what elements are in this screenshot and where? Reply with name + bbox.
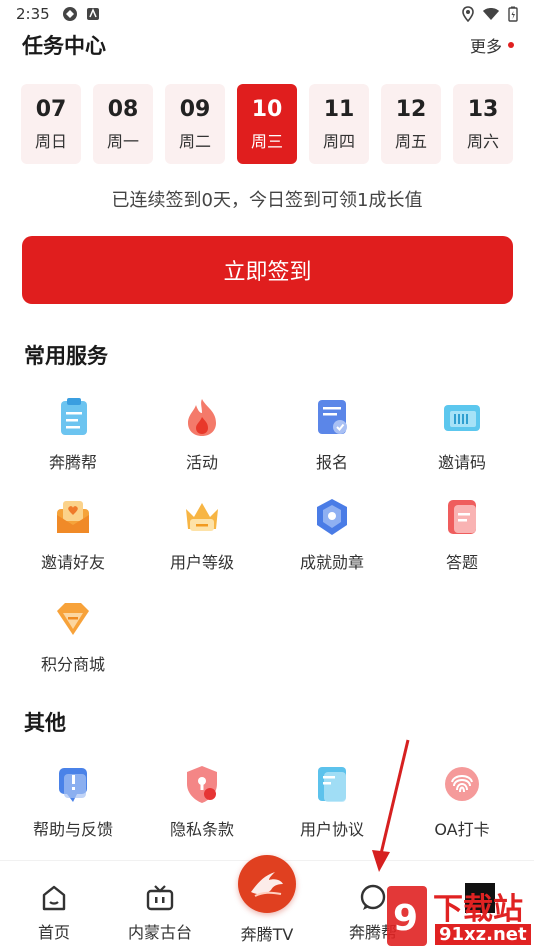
day-cell[interactable]: 09 周二 — [165, 84, 225, 164]
day-cell[interactable]: 07 周日 — [21, 84, 81, 164]
svg-text:9: 9 — [393, 898, 418, 939]
wifi-icon — [483, 8, 499, 20]
more-red-dot — [508, 42, 514, 48]
service-label: 邀请好友 — [40, 553, 105, 572]
day-weekday: 周五 — [394, 131, 427, 151]
week-calendar: 07 周日 08 周一 09 周二 10 周三 11 周四 12 周五 13 周六 — [21, 84, 513, 164]
more-label: 更多 — [469, 37, 502, 56]
location-icon — [462, 6, 474, 22]
other-item-oa-checkin[interactable]: OA打卡 — [397, 762, 527, 840]
status-bar: 2:35 — [0, 0, 534, 28]
sync-status-icon — [62, 7, 77, 21]
tv-icon — [146, 885, 174, 911]
barcode-card-icon — [444, 405, 480, 431]
day-cell[interactable]: 11 周四 — [309, 84, 369, 164]
other-item-help-feedback[interactable]: 帮助与反馈 — [8, 762, 138, 840]
service-label: 答题 — [445, 553, 478, 572]
service-item-bentengbang[interactable]: 奔腾帮 — [8, 395, 138, 473]
other-label: 隐私条款 — [169, 820, 234, 839]
day-number: 09 — [179, 96, 211, 122]
more-link[interactable]: 更多 — [470, 33, 514, 57]
service-label: 成就勋章 — [299, 553, 364, 572]
nav-item-neimenggu-tv[interactable]: 内蒙古台 — [110, 861, 210, 943]
service-item-quiz[interactable]: 答题 — [397, 495, 527, 573]
app-notification-icon — [86, 8, 99, 20]
service-item-activity[interactable]: 活动 — [137, 395, 267, 473]
other-label: OA打卡 — [434, 820, 490, 839]
service-item-points-mall[interactable]: 积分商城 — [8, 597, 138, 675]
day-cell-today[interactable]: 10 周三 — [237, 84, 297, 164]
service-label: 积分商城 — [40, 655, 105, 674]
service-item-invite-friend[interactable]: 邀请好友 — [8, 495, 138, 573]
flame-icon — [188, 399, 216, 436]
day-number: 12 — [395, 96, 427, 122]
day-cell[interactable]: 13 周六 — [453, 84, 513, 164]
nav-item-benteng-tv[interactable] — [238, 855, 296, 913]
crown-icon — [186, 503, 218, 531]
nav-label: 内蒙古台 — [127, 923, 192, 942]
service-item-achievement[interactable]: 成就勋章 — [267, 495, 397, 573]
day-number: 08 — [107, 96, 139, 122]
day-cell[interactable]: 08 周一 — [93, 84, 153, 164]
nav-item-home[interactable]: 首页 — [4, 861, 104, 943]
document-icon — [318, 767, 346, 802]
form-check-icon — [318, 400, 347, 434]
medal-hexagon-icon — [317, 499, 347, 535]
day-number: 10 — [251, 96, 283, 122]
watermark-brand: 下载站 — [433, 892, 523, 927]
other-label: 用户协议 — [299, 820, 364, 839]
service-label: 邀请码 — [437, 453, 486, 472]
service-item-signup[interactable]: 报名 — [267, 395, 397, 473]
day-number: 07 — [35, 96, 67, 122]
pen-note-icon — [448, 500, 476, 534]
watermark: 9 下载站 91xz.net — [385, 878, 534, 950]
service-label: 奔腾帮 — [48, 453, 97, 472]
watermark-site: 91xz.net — [435, 924, 531, 945]
day-weekday: 周二 — [178, 131, 211, 151]
service-label: 活动 — [185, 453, 218, 472]
day-weekday: 周四 — [322, 131, 355, 151]
chat-bubble-icon — [360, 884, 386, 910]
battery-icon — [508, 6, 518, 22]
signin-button[interactable]: 立即签到 — [22, 236, 513, 304]
day-number: 13 — [467, 96, 499, 122]
other-label: 帮助与反馈 — [32, 820, 113, 839]
clipboard-icon — [61, 398, 87, 435]
status-time: 2:35 — [16, 5, 50, 23]
service-item-user-level[interactable]: 用户等级 — [137, 495, 267, 573]
day-weekday: 周日 — [34, 131, 67, 151]
shield-lock-icon — [187, 766, 217, 803]
service-label: 用户等级 — [169, 553, 234, 572]
service-label: 报名 — [315, 453, 348, 472]
day-weekday: 周三 — [250, 131, 283, 151]
page-title: 任务中心 — [22, 34, 106, 58]
section-title-common-services: 常用服务 — [24, 344, 108, 368]
day-weekday: 周六 — [466, 131, 499, 151]
other-item-privacy[interactable]: 隐私条款 — [137, 762, 267, 840]
day-number: 11 — [323, 96, 355, 122]
service-item-invite-code[interactable]: 邀请码 — [397, 395, 527, 473]
home-icon — [42, 885, 66, 911]
envelope-heart-icon — [57, 501, 89, 533]
nav-label: 首页 — [37, 923, 70, 942]
diamond-icon — [57, 603, 89, 635]
page-header: 任务中心 更多 — [22, 28, 514, 62]
day-weekday: 周一 — [106, 131, 139, 151]
help-chat-icon — [59, 768, 87, 802]
day-cell[interactable]: 12 周五 — [381, 84, 441, 164]
section-title-others: 其他 — [24, 711, 66, 735]
nav-label-benteng-tv: 奔腾TV — [240, 925, 294, 944]
fingerprint-icon — [445, 767, 479, 801]
streak-text: 已连续签到0天，今日签到可领1成长值 — [111, 190, 423, 211]
horse-logo-icon — [251, 872, 283, 897]
other-item-user-agreement[interactable]: 用户协议 — [267, 762, 397, 840]
